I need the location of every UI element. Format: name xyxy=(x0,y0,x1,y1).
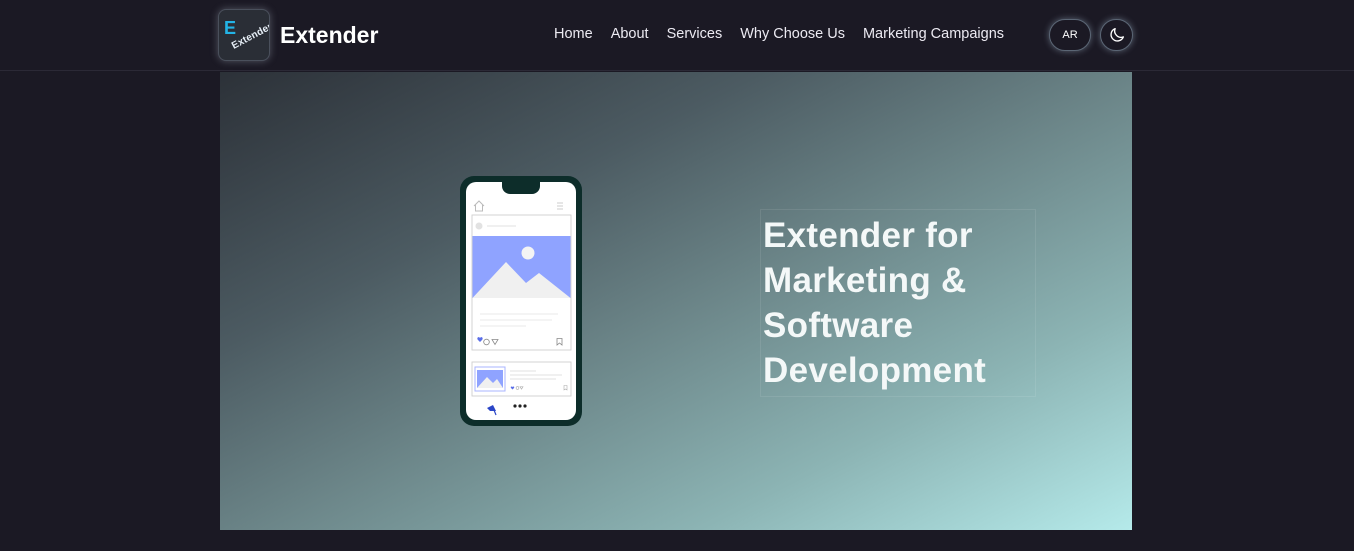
nav-about[interactable]: About xyxy=(611,26,649,42)
logo-initial: E xyxy=(224,18,237,38)
nav-home[interactable]: Home xyxy=(554,26,593,42)
logo[interactable]: E Extender xyxy=(218,9,270,61)
site-header: E Extender Extender Home About Services … xyxy=(0,0,1354,71)
main-nav: Home About Services Why Choose Us Market… xyxy=(554,26,1004,42)
megaphone-icon xyxy=(487,405,497,416)
post-avatar xyxy=(475,222,483,230)
home-icon xyxy=(473,200,485,212)
menu-icon xyxy=(557,202,563,210)
theme-toggle-button[interactable] xyxy=(1100,19,1133,51)
nav-why-choose-us[interactable]: Why Choose Us xyxy=(740,26,845,42)
hero-title: Extender for Marketing & Software Develo… xyxy=(760,209,1036,397)
phone-screen xyxy=(466,182,576,420)
phone-notch xyxy=(502,182,540,194)
more-dots-icon xyxy=(513,404,527,408)
moon-icon xyxy=(1109,27,1124,42)
brand-name[interactable]: Extender xyxy=(280,22,378,49)
nav-services[interactable]: Services xyxy=(667,26,723,42)
nav-marketing-campaigns[interactable]: Marketing Campaigns xyxy=(863,26,1004,42)
hero-section: Extender for Marketing & Software Develo… xyxy=(220,72,1132,530)
phone-illustration xyxy=(460,176,582,426)
language-toggle-button[interactable]: AR xyxy=(1049,19,1091,51)
brand[interactable]: E Extender Extender xyxy=(218,9,378,61)
phone-feed-mockup xyxy=(471,200,572,416)
sun-icon xyxy=(521,246,535,260)
